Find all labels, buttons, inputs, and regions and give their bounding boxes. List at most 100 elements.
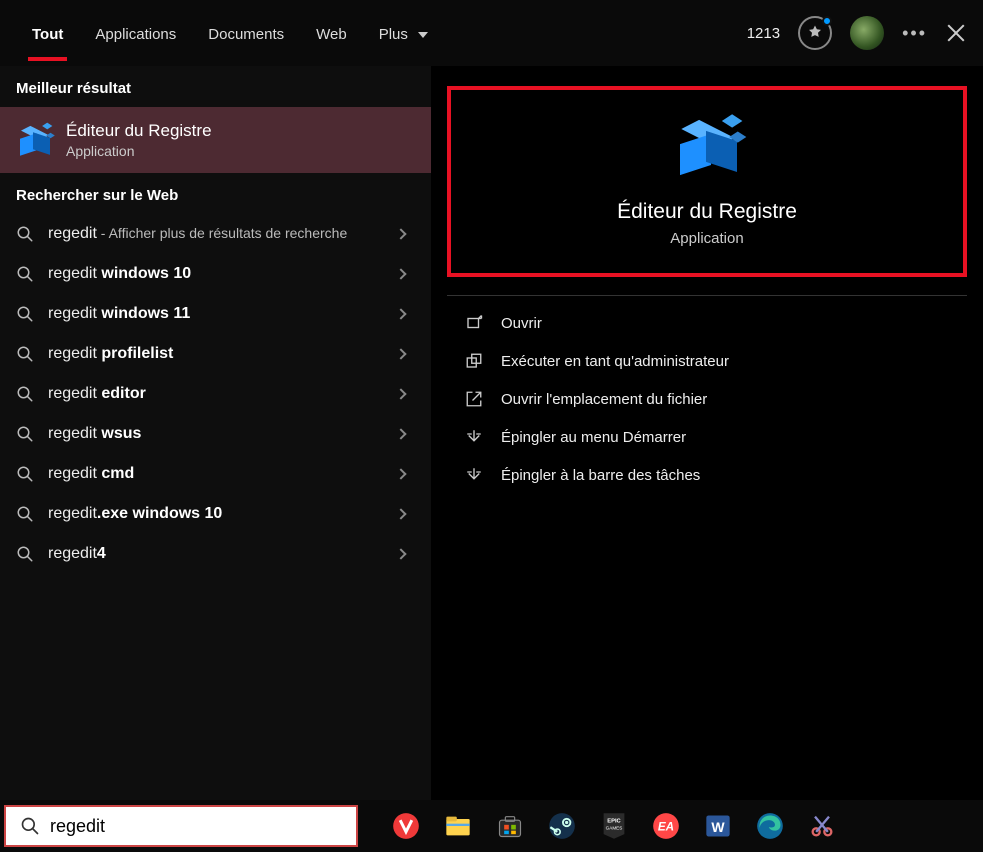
preview-column: Éditeur du Registre Application Ouvrir Ex… [431, 66, 983, 800]
taskbar-steam-icon[interactable] [546, 810, 578, 842]
chevron-right-icon [395, 228, 406, 239]
preview-action-item[interactable]: Épingler à la barre des tâches [447, 456, 967, 494]
top-right-controls: 1213 ••• [747, 16, 967, 50]
best-result-header: Meilleur résultat [0, 66, 431, 107]
tab-applications[interactable]: Applications [79, 6, 192, 61]
action-label: Exécuter en tant qu'administrateur [501, 353, 729, 370]
web-result-item[interactable]: regedit editor [0, 374, 431, 414]
taskbar-vivaldi-icon[interactable] [390, 810, 422, 842]
web-result-text: regedit.exe windows 10 [48, 505, 383, 523]
web-result-text: regedit4 [48, 545, 383, 563]
preview-title: Éditeur du Registre [461, 200, 953, 224]
action-icon [465, 390, 483, 408]
action-icon [465, 352, 483, 370]
search-input[interactable] [50, 816, 342, 837]
tab-more-label: Plus [379, 26, 408, 43]
taskbar: EPICGAMES EA W [0, 800, 983, 852]
taskbar-app-icons: EPICGAMES EA W [390, 810, 838, 842]
close-button[interactable] [945, 22, 967, 44]
taskbar-msstore-icon[interactable] [494, 810, 526, 842]
preview-action-item[interactable]: Exécuter en tant qu'administrateur [447, 342, 967, 380]
svg-text:W: W [711, 819, 725, 835]
rewards-points[interactable]: 1213 [747, 25, 780, 42]
web-result-item[interactable]: regedit4 [0, 534, 431, 574]
search-icon [16, 225, 34, 243]
chevron-right-icon [395, 308, 406, 319]
best-result-text: Éditeur du Registre Application [66, 121, 212, 159]
regedit-large-icon [673, 112, 741, 180]
search-icon [16, 465, 34, 483]
best-result-subtitle: Application [66, 143, 212, 159]
tab-all[interactable]: Tout [16, 6, 79, 61]
web-result-item[interactable]: regedit profilelist [0, 334, 431, 374]
web-result-text: regedit windows 10 [48, 265, 383, 283]
tab-web[interactable]: Web [300, 6, 363, 61]
taskbar-epic-icon[interactable]: EPICGAMES [598, 810, 630, 842]
search-icon [20, 816, 40, 836]
search-icon [16, 345, 34, 363]
regedit-icon [16, 122, 52, 158]
tab-documents[interactable]: Documents [192, 6, 300, 61]
best-result-title: Éditeur du Registre [66, 121, 212, 141]
web-result-text: regedit - Afficher plus de résultats de … [48, 225, 383, 243]
best-result-item[interactable]: Éditeur du Registre Application [0, 107, 431, 173]
tab-more[interactable]: Plus [363, 6, 444, 61]
chevron-right-icon [395, 428, 406, 439]
action-icon [465, 466, 483, 484]
action-label: Épingler à la barre des tâches [501, 467, 700, 484]
taskbar-ea-icon[interactable]: EA [650, 810, 682, 842]
action-label: Ouvrir l'emplacement du fichier [501, 391, 707, 408]
preview-action-item[interactable]: Ouvrir [447, 304, 967, 342]
chevron-down-icon [418, 32, 428, 38]
chevron-right-icon [395, 348, 406, 359]
results-column: Meilleur résultat Éditeur du Registre Ap… [0, 66, 431, 800]
svg-text:EA: EA [658, 821, 674, 834]
web-result-text: regedit editor [48, 385, 383, 403]
chevron-right-icon [395, 268, 406, 279]
web-results-header: Rechercher sur le Web [0, 173, 431, 214]
search-scope-tabs: Tout Applications Documents Web Plus [16, 6, 444, 61]
preview-subtitle: Application [461, 230, 953, 247]
preview-card-highlighted: Éditeur du Registre Application [447, 86, 967, 277]
taskbar-edge-icon[interactable] [754, 810, 786, 842]
svg-text:GAMES: GAMES [606, 825, 623, 830]
web-result-item[interactable]: regedit windows 11 [0, 294, 431, 334]
chevron-right-icon [395, 548, 406, 559]
user-avatar[interactable] [850, 16, 884, 50]
web-results-list: regedit - Afficher plus de résultats de … [0, 214, 431, 800]
web-result-text: regedit cmd [48, 465, 383, 483]
action-label: Ouvrir [501, 315, 542, 332]
taskbar-snip-icon[interactable] [806, 810, 838, 842]
action-icon [465, 428, 483, 446]
web-result-item[interactable]: regedit windows 10 [0, 254, 431, 294]
action-icon [465, 314, 483, 332]
more-options-button[interactable]: ••• [902, 23, 927, 44]
main-content: Meilleur résultat Éditeur du Registre Ap… [0, 66, 983, 800]
notification-dot-icon [822, 16, 832, 26]
action-list: Ouvrir Exécuter en tant qu'administrateur… [447, 304, 967, 494]
web-result-item[interactable]: regedit.exe windows 10 [0, 494, 431, 534]
search-icon [16, 505, 34, 523]
svg-text:EPIC: EPIC [607, 819, 620, 825]
search-icon [16, 305, 34, 323]
search-icon [16, 265, 34, 283]
web-result-item[interactable]: regedit - Afficher plus de résultats de … [0, 214, 431, 254]
taskbar-search-box[interactable] [4, 805, 358, 847]
preview-action-item[interactable]: Épingler au menu Démarrer [447, 418, 967, 456]
rewards-medal-icon[interactable] [798, 16, 832, 50]
search-icon [16, 545, 34, 563]
chevron-right-icon [395, 388, 406, 399]
web-result-text: regedit windows 11 [48, 305, 383, 323]
web-result-item[interactable]: regedit cmd [0, 454, 431, 494]
chevron-right-icon [395, 468, 406, 479]
web-result-text: regedit profilelist [48, 345, 383, 363]
divider [447, 295, 967, 296]
action-label: Épingler au menu Démarrer [501, 429, 686, 446]
taskbar-explorer-icon[interactable] [442, 810, 474, 842]
top-bar: Tout Applications Documents Web Plus 121… [0, 0, 983, 66]
web-result-item[interactable]: regedit wsus [0, 414, 431, 454]
taskbar-word-icon[interactable]: W [702, 810, 734, 842]
web-result-text: regedit wsus [48, 425, 383, 443]
chevron-right-icon [395, 508, 406, 519]
preview-action-item[interactable]: Ouvrir l'emplacement du fichier [447, 380, 967, 418]
